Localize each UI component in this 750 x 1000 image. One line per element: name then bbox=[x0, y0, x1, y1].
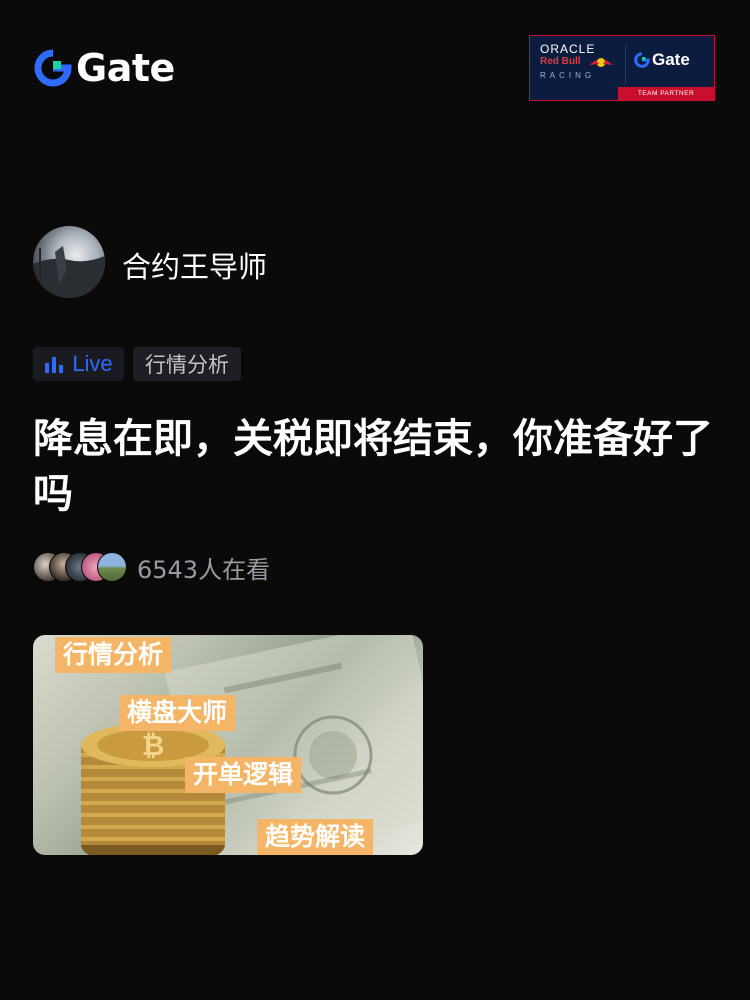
live-badge: Live bbox=[33, 347, 124, 381]
thumbnail-label: 行情分析 bbox=[55, 637, 172, 673]
partner-racing-text: RACING bbox=[540, 71, 596, 80]
stream-title: 降息在即，关税即将结束，你准备好了吗 bbox=[33, 416, 713, 517]
gate-logo[interactable]: Gate bbox=[34, 46, 175, 90]
thumbnail-label: 横盘大师 bbox=[119, 695, 236, 731]
host-avatar[interactable] bbox=[33, 226, 105, 298]
red-bull-icon bbox=[589, 58, 613, 67]
thumbnail-label: 趋势解读 bbox=[257, 819, 374, 855]
stream-thumbnail[interactable]: ₿ 行情分析 横盘大师 开单逻辑 趋势解读 bbox=[33, 635, 423, 855]
thumbnail-label: 开单逻辑 bbox=[185, 757, 302, 793]
viewer-row: 6543人在看 bbox=[33, 550, 270, 584]
category-label: 行情分析 bbox=[145, 353, 229, 377]
avatar-photo bbox=[33, 246, 105, 298]
partner-oracle-text: ORACLE bbox=[540, 42, 596, 56]
team-partner-bar: TEAM PARTNER bbox=[618, 87, 714, 100]
host-name[interactable]: 合约王导师 bbox=[122, 244, 267, 286]
partner-gate-text: Gate bbox=[652, 50, 690, 69]
partner-redbull-text: Red Bull bbox=[540, 56, 581, 67]
live-label: Live bbox=[72, 351, 113, 376]
viewer-avatar bbox=[97, 552, 127, 582]
gate-logo-icon bbox=[34, 49, 72, 87]
partner-gate-logo: Gate bbox=[634, 50, 690, 70]
partner-divider bbox=[625, 46, 626, 84]
team-partner-banner: ORACLE Red Bull RACING Gate TEAM PARTNER bbox=[529, 35, 715, 101]
logo-text: Gate bbox=[76, 46, 175, 90]
viewer-count: 6543人在看 bbox=[137, 555, 271, 584]
category-tag[interactable]: 行情分析 bbox=[133, 347, 241, 381]
team-partner-label: TEAM PARTNER bbox=[637, 90, 695, 97]
live-bars-icon bbox=[45, 357, 64, 373]
gate-logo-icon bbox=[634, 52, 650, 68]
svg-text:₿: ₿ bbox=[142, 729, 165, 762]
